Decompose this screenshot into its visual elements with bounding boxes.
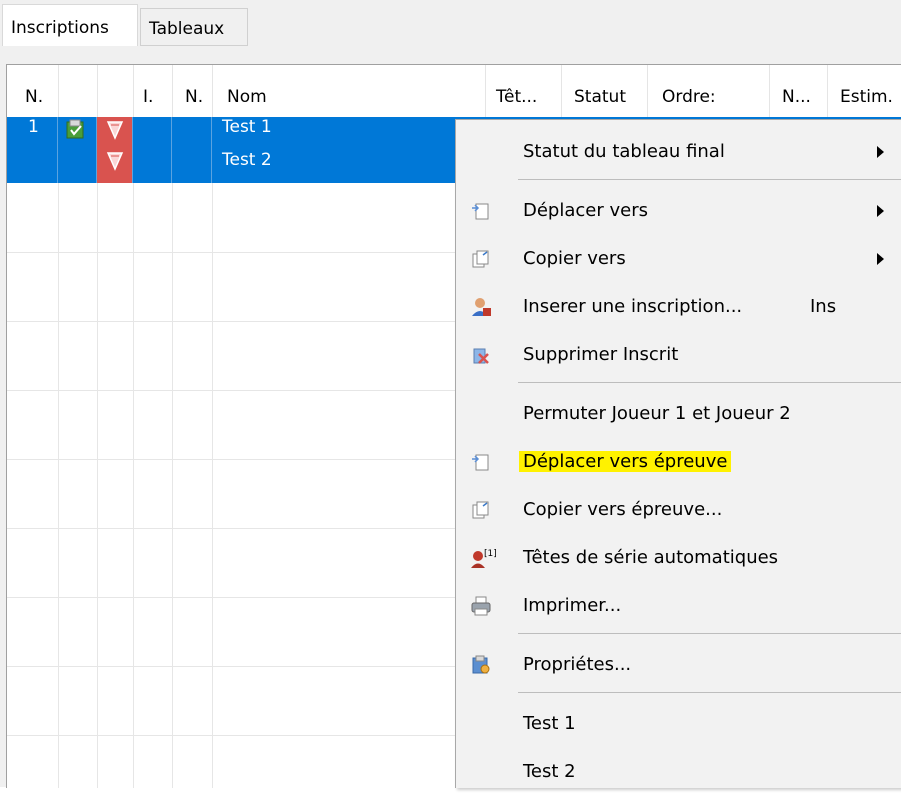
submenu-arrow-icon [877,253,884,265]
player-name: Test 2 [222,150,272,170]
menu-item-label: Têtes de série automatiques [523,547,779,568]
submenu-arrow-icon [877,205,884,217]
menu-item-label: Permuter Joueur 1 et Joueur 2 [523,403,791,424]
grid-line [58,127,59,788]
menu-item-copier-vers-epreuve[interactable]: Copier vers épreuve... [456,486,901,534]
menu-item-label: Déplacer vers épreuve [519,438,732,486]
menu-item-label: Déplacer vers [523,200,648,221]
menu-item-statut-tableau-final[interactable]: Statut du tableau final [456,128,901,176]
grid-line [97,127,98,788]
insert-user-icon [470,296,492,318]
flag-icon [105,151,125,176]
row-number: 1 [28,117,39,137]
delete-user-icon [470,344,492,366]
menu-item-label: Imprimer... [523,595,622,616]
submenu-arrow-icon [877,146,884,158]
tab-label: Inscriptions [11,18,109,38]
cell-n[interactable] [172,117,212,183]
tab-inscriptions[interactable]: Inscriptions [2,4,138,46]
context-menu: Statut du tableau final Déplacer vers Co… [455,119,901,788]
tab-label: Tableaux [149,19,225,39]
menu-item-label: Inserer une inscription... [523,296,743,317]
menu-item-supprimer-inscrit[interactable]: Supprimer Inscrit [456,331,901,379]
flag-icon [105,120,125,145]
menu-item-label: Copier vers [523,248,626,269]
menu-separator [518,633,901,634]
grid-line [172,127,173,788]
menu-item-label: Propriétes... [523,654,632,675]
copy-icon [470,499,492,521]
menu-item-label: Statut du tableau final [523,141,725,162]
move-icon [470,451,492,473]
menu-item-imprimer[interactable]: Imprimer... [456,582,901,630]
menu-item-deplacer-vers-epreuve[interactable]: Déplacer vers épreuve [456,438,901,486]
highlighted-text: Déplacer vers épreuve [519,451,732,472]
menu-item-label: Supprimer Inscrit [523,344,679,365]
cell-i[interactable] [133,117,172,183]
properties-icon [470,654,492,676]
menu-item-copier-vers[interactable]: Copier vers [456,235,901,283]
grid-line [212,127,213,788]
tab-tableaux[interactable]: Tableaux [140,8,248,46]
menu-item-proprietes[interactable]: Propriétes... [456,641,901,689]
status-check-icon [65,119,87,146]
player-name: Test 1 [222,117,272,137]
menu-item-test-1[interactable]: Test 1 [456,700,901,748]
menu-item-label: Test 1 [523,713,576,734]
menu-item-inserer-inscription[interactable]: Inserer une inscription... Ins [456,283,901,331]
menu-separator [518,692,901,693]
menu-item-label: Test 2 [523,761,576,782]
menu-item-tetes-de-serie[interactable]: [1] Têtes de série automatiques [456,534,901,582]
printer-icon [470,595,492,617]
seed-icon: [1] [470,547,497,569]
cell-num[interactable]: 1 [7,117,58,183]
grid-line [133,127,134,788]
menu-item-deplacer-vers[interactable]: Déplacer vers [456,187,901,235]
menu-item-permuter-joueurs[interactable]: Permuter Joueur 1 et Joueur 2 [456,390,901,438]
cell-nom[interactable]: Test 1 Test 2 [212,117,462,183]
menu-item-label: Copier vers épreuve... [523,499,723,520]
move-icon [470,200,492,222]
cell-flag-icons[interactable] [97,117,133,183]
seed-icon-text: [1] [484,549,497,559]
cell-status-icon[interactable] [58,117,97,183]
menu-item-test-2[interactable]: Test 2 [456,748,901,796]
menu-separator [518,382,901,383]
menu-separator [518,179,901,180]
copy-icon [470,248,492,270]
menu-item-shortcut: Ins [810,296,837,317]
